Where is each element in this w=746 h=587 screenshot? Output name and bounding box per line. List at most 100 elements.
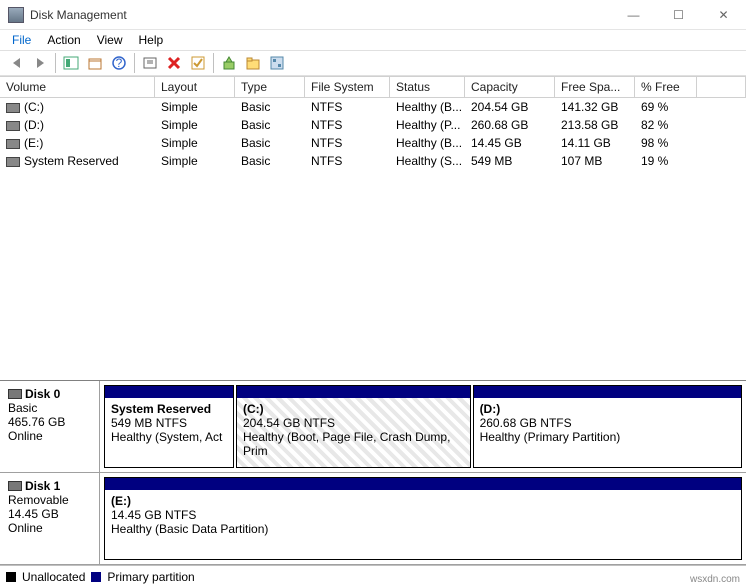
cell-volume: (C:) bbox=[24, 100, 44, 114]
cell-fs: NTFS bbox=[305, 116, 390, 134]
forward-button[interactable] bbox=[29, 52, 51, 74]
cell-pct: 19 % bbox=[635, 152, 697, 170]
explore-icon[interactable] bbox=[242, 52, 264, 74]
menu-view[interactable]: View bbox=[89, 32, 131, 48]
partition-c[interactable]: (C:) 204.54 GB NTFS Healthy (Boot, Page … bbox=[236, 385, 471, 468]
volume-icon bbox=[6, 103, 20, 113]
menu-file[interactable]: File bbox=[4, 32, 39, 48]
partition-sub: 204.54 GB NTFS bbox=[243, 416, 464, 430]
disk-name: Disk 1 bbox=[25, 479, 60, 493]
partition-title: System Reserved bbox=[111, 402, 227, 416]
cell-capacity: 204.54 GB bbox=[465, 98, 555, 116]
col-volume[interactable]: Volume bbox=[0, 77, 155, 98]
window-title: Disk Management bbox=[30, 8, 611, 22]
partition-e[interactable]: (E:) 14.45 GB NTFS Healthy (Basic Data P… bbox=[104, 477, 742, 560]
list-empty-area bbox=[0, 170, 746, 380]
separator bbox=[134, 53, 135, 73]
separator bbox=[55, 53, 56, 73]
col-type[interactable]: Type bbox=[235, 77, 305, 98]
cell-layout: Simple bbox=[155, 152, 235, 170]
cell-type: Basic bbox=[235, 152, 305, 170]
volume-row[interactable]: (E:) Simple Basic NTFS Healthy (B... 14.… bbox=[0, 134, 746, 152]
legend-unallocated: Unallocated bbox=[22, 570, 85, 584]
partition-health: Healthy (Basic Data Partition) bbox=[111, 522, 735, 536]
partition-title: (C:) bbox=[243, 402, 464, 416]
cell-volume: System Reserved bbox=[24, 154, 119, 168]
col-filesystem[interactable]: File System bbox=[305, 77, 390, 98]
partition-sub: 260.68 GB NTFS bbox=[480, 416, 735, 430]
legend-swatch-unallocated bbox=[6, 572, 16, 582]
cell-pct: 98 % bbox=[635, 134, 697, 152]
cell-volume: (D:) bbox=[24, 118, 44, 132]
volume-row[interactable]: (C:) Simple Basic NTFS Healthy (B... 204… bbox=[0, 98, 746, 116]
cell-layout: Simple bbox=[155, 134, 235, 152]
disk-type: Basic bbox=[8, 401, 91, 415]
legend-primary: Primary partition bbox=[107, 570, 194, 584]
help-icon[interactable]: ? bbox=[108, 52, 130, 74]
separator bbox=[213, 53, 214, 73]
partition-container: System Reserved 549 MB NTFS Healthy (Sys… bbox=[100, 381, 746, 472]
partition-stripe bbox=[474, 386, 741, 398]
col-spare[interactable] bbox=[697, 77, 746, 98]
action-icon[interactable] bbox=[218, 52, 240, 74]
disk-state: Online bbox=[8, 521, 91, 535]
refresh-icon[interactable] bbox=[139, 52, 161, 74]
cell-volume: (E:) bbox=[24, 136, 43, 150]
col-status[interactable]: Status bbox=[390, 77, 465, 98]
disk-size: 465.76 GB bbox=[8, 415, 91, 429]
menubar: File Action View Help bbox=[0, 30, 746, 50]
cell-layout: Simple bbox=[155, 98, 235, 116]
minimize-button[interactable]: — bbox=[611, 0, 656, 29]
partition-stripe bbox=[237, 386, 470, 398]
cell-capacity: 260.68 GB bbox=[465, 116, 555, 134]
settings-icon[interactable] bbox=[266, 52, 288, 74]
close-button[interactable]: ✕ bbox=[701, 0, 746, 29]
cell-layout: Simple bbox=[155, 116, 235, 134]
col-capacity[interactable]: Capacity bbox=[465, 77, 555, 98]
window-controls: — ☐ ✕ bbox=[611, 0, 746, 29]
volume-row[interactable]: System Reserved Simple Basic NTFS Health… bbox=[0, 152, 746, 170]
volume-row[interactable]: (D:) Simple Basic NTFS Healthy (P... 260… bbox=[0, 116, 746, 134]
col-freespace[interactable]: Free Spa... bbox=[555, 77, 635, 98]
disk-row: Disk 0 Basic 465.76 GB Online System Res… bbox=[0, 381, 746, 473]
partition-title: (D:) bbox=[480, 402, 735, 416]
cell-fs: NTFS bbox=[305, 98, 390, 116]
partition-system-reserved[interactable]: System Reserved 549 MB NTFS Healthy (Sys… bbox=[104, 385, 234, 468]
legend-swatch-primary bbox=[91, 572, 101, 582]
partition-health: Healthy (Primary Partition) bbox=[480, 430, 735, 444]
partition-sub: 14.45 GB NTFS bbox=[111, 508, 735, 522]
disk-size: 14.45 GB bbox=[8, 507, 91, 521]
cell-pct: 69 % bbox=[635, 98, 697, 116]
cell-fs: NTFS bbox=[305, 152, 390, 170]
volume-icon bbox=[6, 157, 20, 167]
partition-d[interactable]: (D:) 260.68 GB NTFS Healthy (Primary Par… bbox=[473, 385, 742, 468]
disk-info[interactable]: Disk 1 Removable 14.45 GB Online bbox=[0, 473, 100, 564]
cell-fs: NTFS bbox=[305, 134, 390, 152]
volume-list: Volume Layout Type File System Status Ca… bbox=[0, 76, 746, 170]
maximize-button[interactable]: ☐ bbox=[656, 0, 701, 29]
check-icon[interactable] bbox=[187, 52, 209, 74]
cell-capacity: 549 MB bbox=[465, 152, 555, 170]
volume-icon bbox=[6, 139, 20, 149]
titlebar: Disk Management — ☐ ✕ bbox=[0, 0, 746, 30]
delete-icon[interactable] bbox=[163, 52, 185, 74]
menu-action[interactable]: Action bbox=[39, 32, 88, 48]
menu-help[interactable]: Help bbox=[131, 32, 172, 48]
col-pctfree[interactable]: % Free bbox=[635, 77, 697, 98]
cell-free: 107 MB bbox=[555, 152, 635, 170]
cell-free: 213.58 GB bbox=[555, 116, 635, 134]
legend: Unallocated Primary partition bbox=[0, 565, 746, 587]
cell-free: 14.11 GB bbox=[555, 134, 635, 152]
back-button[interactable] bbox=[5, 52, 27, 74]
col-layout[interactable]: Layout bbox=[155, 77, 235, 98]
partition-title: (E:) bbox=[111, 494, 735, 508]
show-hide-console-icon[interactable] bbox=[60, 52, 82, 74]
partition-health: Healthy (Boot, Page File, Crash Dump, Pr… bbox=[243, 430, 464, 458]
partition-sub: 549 MB NTFS bbox=[111, 416, 227, 430]
partition-container: (E:) 14.45 GB NTFS Healthy (Basic Data P… bbox=[100, 473, 746, 564]
volume-icon bbox=[6, 121, 20, 131]
cell-type: Basic bbox=[235, 116, 305, 134]
properties-icon[interactable] bbox=[84, 52, 106, 74]
disk-icon bbox=[8, 389, 22, 399]
disk-info[interactable]: Disk 0 Basic 465.76 GB Online bbox=[0, 381, 100, 472]
